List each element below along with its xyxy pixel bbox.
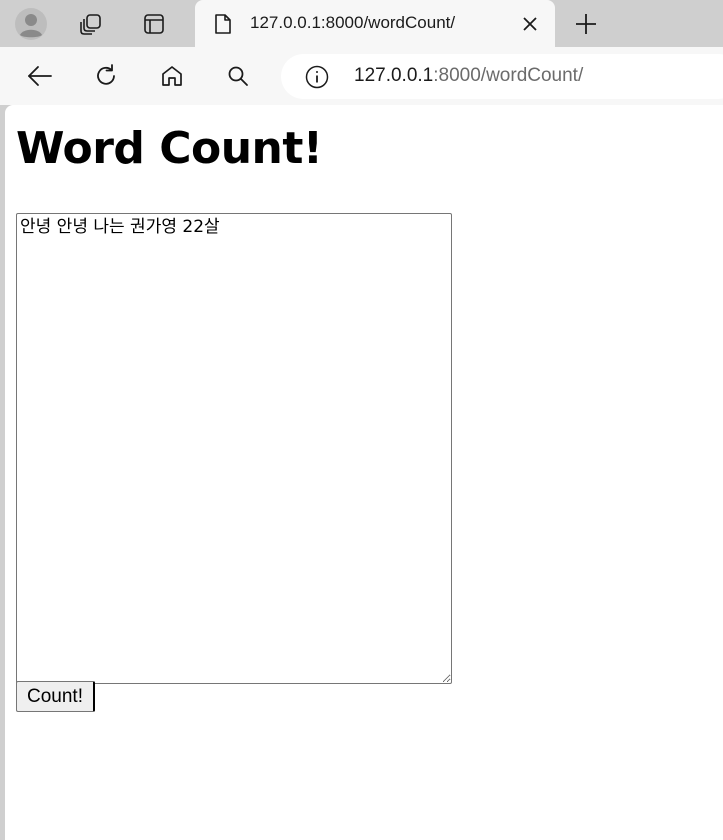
profile-icon [15,8,47,40]
refresh-icon [93,63,119,89]
page-title: Word Count! [16,123,323,174]
browser-window: 127.0.0.1:8000/wordCount/ 127.0.0.1:8000… [0,0,723,840]
url-text[interactable]: 127.0.0.1:8000/wordCount/ [354,65,583,87]
home-button[interactable] [157,61,187,91]
active-tab[interactable]: 127.0.0.1:8000/wordCount/ [195,0,555,48]
navigation-toolbar: 127.0.0.1:8000/wordCount/ [0,47,723,105]
refresh-button[interactable] [91,61,121,91]
site-info-button[interactable] [305,65,329,89]
close-icon [523,17,537,31]
search-icon [227,65,249,87]
url-host: 127.0.0.1 [354,65,434,86]
address-bar[interactable]: 127.0.0.1:8000/wordCount/ [281,54,723,99]
tab-actions-icon [142,12,166,36]
page-icon [213,13,233,35]
page-content: Word Count! 안녕 안녕 나는 권가영 22살 Count! [5,105,723,840]
count-button[interactable]: Count! [16,681,95,712]
workspaces-icon [78,11,104,37]
info-icon [305,65,329,89]
tab-actions-button[interactable] [138,8,170,40]
tab-title: 127.0.0.1:8000/wordCount/ [250,13,456,32]
tab-strip: 127.0.0.1:8000/wordCount/ [0,0,723,48]
new-tab-button[interactable] [572,10,600,38]
tab-close-button[interactable] [520,14,540,34]
search-button[interactable] [223,61,253,91]
home-icon [160,64,184,88]
back-button[interactable] [25,61,55,91]
plus-icon [575,13,597,35]
back-arrow-icon [27,65,53,87]
text-input-area[interactable]: 안녕 안녕 나는 권가영 22살 [16,213,452,684]
workspaces-button[interactable] [75,8,107,40]
profile-button[interactable] [15,8,47,40]
url-path: :8000/wordCount/ [433,65,584,86]
